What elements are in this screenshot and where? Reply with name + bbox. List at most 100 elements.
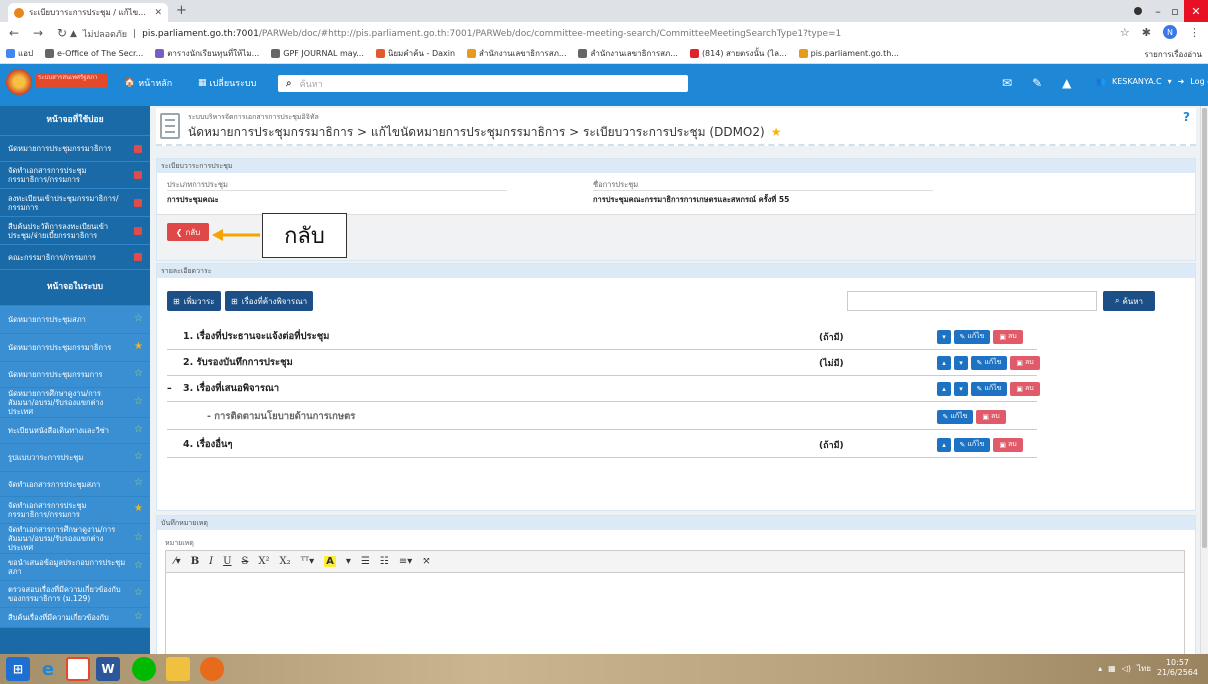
edit-button[interactable]: ✎ แก้ไข [971,381,1007,396]
extensions-icon[interactable]: ✱ [1142,26,1151,39]
delete-button[interactable]: ▣ ลบ [1010,355,1040,370]
highlight-color-icon[interactable]: A [324,556,336,567]
favorite-star-icon[interactable]: ☆ [134,588,143,598]
delete-button[interactable]: ▣ ลบ [976,409,1006,424]
add-agenda-button[interactable]: ⊞ เพิ่มวาระ [167,291,221,311]
browser-tab[interactable]: ระเบียบวาระการประชุม / แก้ไขนัดหมายฯ ✕ [8,3,168,22]
logout-label[interactable]: Log out [1190,77,1208,86]
magic-format-icon[interactable]: ⁄▾ [174,556,181,567]
sidebar-item[interactable]: นัดหมายการประชุมกรรมาธิการ ★ [0,334,150,362]
file-explorer-icon[interactable] [166,657,190,681]
bullet-list-icon[interactable]: ☰ [361,556,370,567]
line-app-icon[interactable] [132,657,156,681]
sidebar-item[interactable]: จัดทำเอกสารการประชุมกรรมาธิการ/กรรมการ ★ [0,497,150,524]
start-windows-icon[interactable]: ⊞ [6,657,30,681]
favorite-star-icon[interactable]: ★ [134,341,143,351]
edit-doc-icon[interactable]: ✎ [1032,76,1042,90]
sidebar-item[interactable]: จัดทำเอกสารการศึกษาดูงาน/การสัมมนา/อบรม/… [0,524,150,554]
search-button[interactable]: ⌕ ค้นหา [1103,291,1155,311]
tray-arrow-icon[interactable]: ▴ [1098,664,1102,673]
move-down-button[interactable]: ▾ [954,355,968,370]
notes-editor[interactable]: ⁄▾ B I U S X² X₂ ᵀᵀ▾ A ▾ ☰ ☷ ≡▾ ⤧ [165,550,1185,654]
sidebar-item[interactable]: คณะกรรมาธิการ/กรรมการ [0,245,150,270]
agenda-search-input[interactable] [847,291,1097,311]
word-icon[interactable]: W [96,657,120,681]
delete-button[interactable]: ▣ ลบ [993,329,1023,344]
sidebar-item[interactable]: รูปแบบวาระการประชุม ☆ [0,444,150,472]
reload-icon[interactable]: ↻ [56,26,68,40]
sidebar-item[interactable]: สืบค้นประวัติการลงทะเบียนเข้าประชุม/จ่าย… [0,217,150,245]
language-indicator[interactable]: ไทย [1137,662,1151,675]
bold-icon[interactable]: B [191,556,199,567]
pending-items-button[interactable]: ⊞ เรื่องที่ค้างพิจารณา [225,291,314,311]
move-up-button[interactable]: ▴ [937,437,951,452]
font-size-icon[interactable]: ᵀᵀ▾ [301,556,314,567]
bookmark-item[interactable]: pis.parliament.go.th... [798,49,899,58]
network-icon[interactable]: ▦ [1108,664,1116,673]
bookmark-item[interactable]: GPF JOURNAL may... [271,49,364,58]
sidebar-item[interactable]: จัดทำเอกสารการประชุมกรรมาธิการ/กรรมการ [0,162,150,189]
move-up-button[interactable]: ▴ [937,355,951,370]
switch-system-link[interactable]: ▦ เปลี่ยนระบบ [198,76,256,90]
move-down-button[interactable]: ▾ [937,329,951,344]
ie-browser-icon[interactable]: e [36,657,60,681]
favorite-star-icon[interactable]: ★ [771,125,782,139]
bookmark-star-icon[interactable]: ☆ [1120,26,1130,39]
underline-icon[interactable]: U [223,556,231,567]
highlight-caret-icon[interactable]: ▾ [346,556,351,567]
chrome-icon[interactable] [66,657,90,681]
sidebar-item[interactable]: จัดทำเอกสารการประชุมสภา ☆ [0,472,150,497]
bookmark-item[interactable]: e-Office of The Secr... [45,49,143,58]
new-tab-icon[interactable]: + [176,3,187,18]
favorite-star-icon[interactable]: ★ [134,504,143,514]
edit-button[interactable]: ✎ แก้ไข [971,355,1007,370]
favorite-star-icon[interactable]: ☆ [134,451,143,461]
back-button[interactable]: ❮ กลับ [167,223,209,241]
align-icon[interactable]: ≡▾ [399,556,412,567]
sidebar-item[interactable]: นัดหมายการประชุมสภา ☆ [0,306,150,334]
favorite-star-icon[interactable]: ☆ [134,313,143,323]
header-search[interactable]: ⌕ ค้นหา [278,75,688,92]
bookmark-item[interactable]: ตารางนักเรียนทุนที่ให้ไม... [155,47,259,60]
help-icon[interactable]: ? [1183,110,1190,124]
bookmark-item[interactable]: สำนักงานเลขาธิการสภ... [578,47,678,60]
alert-icon[interactable]: ▲ [1062,76,1071,90]
edit-button[interactable]: ✎ แก้ไข [937,409,973,424]
parliament-logo[interactable] [6,69,32,95]
sidebar-item[interactable]: ทะเบียนหนังสือเดินทางและวีซ่า ☆ [0,418,150,444]
delete-button[interactable]: ▣ ลบ [993,437,1023,452]
back-arrow-icon[interactable]: ← [8,26,20,40]
maximize-icon[interactable]: ▫ [1166,0,1184,22]
page-scrollbar[interactable] [1200,106,1208,654]
sidebar-item[interactable]: ลงทะเบียนเข้าประชุมกรรมาธิการ/กรรมการ [0,189,150,217]
window-close-icon[interactable]: ✕ [1184,0,1208,22]
firefox-icon[interactable] [200,657,224,681]
profile-avatar[interactable]: N [1163,25,1177,39]
bookmark-item[interactable]: นิยมคำค้น - Daxin [375,47,455,60]
volume-icon[interactable]: ◁) [1122,664,1131,673]
favorite-star-icon[interactable]: ☆ [134,532,143,542]
forward-arrow-icon[interactable]: → [32,26,44,40]
url-field[interactable]: ▲ ไม่ปลอดภัย | pis.parliament.go.th:7001… [70,25,1150,42]
delete-button[interactable]: ▣ ลบ [1010,381,1040,396]
favorite-star-icon[interactable]: ☆ [134,396,143,406]
move-up-button[interactable]: ▴ [937,381,951,396]
bookmark-item[interactable]: แอป [6,47,33,60]
bookmark-item[interactable]: (814) สายตรงนั้น (ไล... [689,47,787,60]
sidebar-item[interactable]: ขอนำเสนอข้อมูลประกอบการประชุมสภา ☆ [0,554,150,581]
home-link[interactable]: 🏠 หน้าหลัก [124,76,172,90]
sidebar-item[interactable]: ตรวจสอบเรื่องที่มีความเกี่ยวข้องกับของกร… [0,581,150,608]
reading-list[interactable]: รายการเรื่องอ่าน [1138,48,1202,61]
italic-icon[interactable]: I [209,556,213,567]
favorite-star-icon[interactable]: ☆ [134,424,143,434]
sidebar-item[interactable]: นัดหมายการประชุมกรรมาธิการ [0,136,150,162]
clock[interactable]: 10:57 21/6/2564 [1157,658,1198,678]
superscript-icon[interactable]: X² [258,556,269,567]
numbered-list-icon[interactable]: ☷ [380,556,389,567]
edit-button[interactable]: ✎ แก้ไข [954,437,990,452]
menu-dots-icon[interactable]: ⋮ [1189,26,1200,39]
move-down-button[interactable]: ▾ [954,381,968,396]
record-icon[interactable] [1128,0,1148,22]
favorite-star-icon[interactable]: ☆ [134,478,143,488]
subscript-icon[interactable]: X₂ [280,556,291,567]
